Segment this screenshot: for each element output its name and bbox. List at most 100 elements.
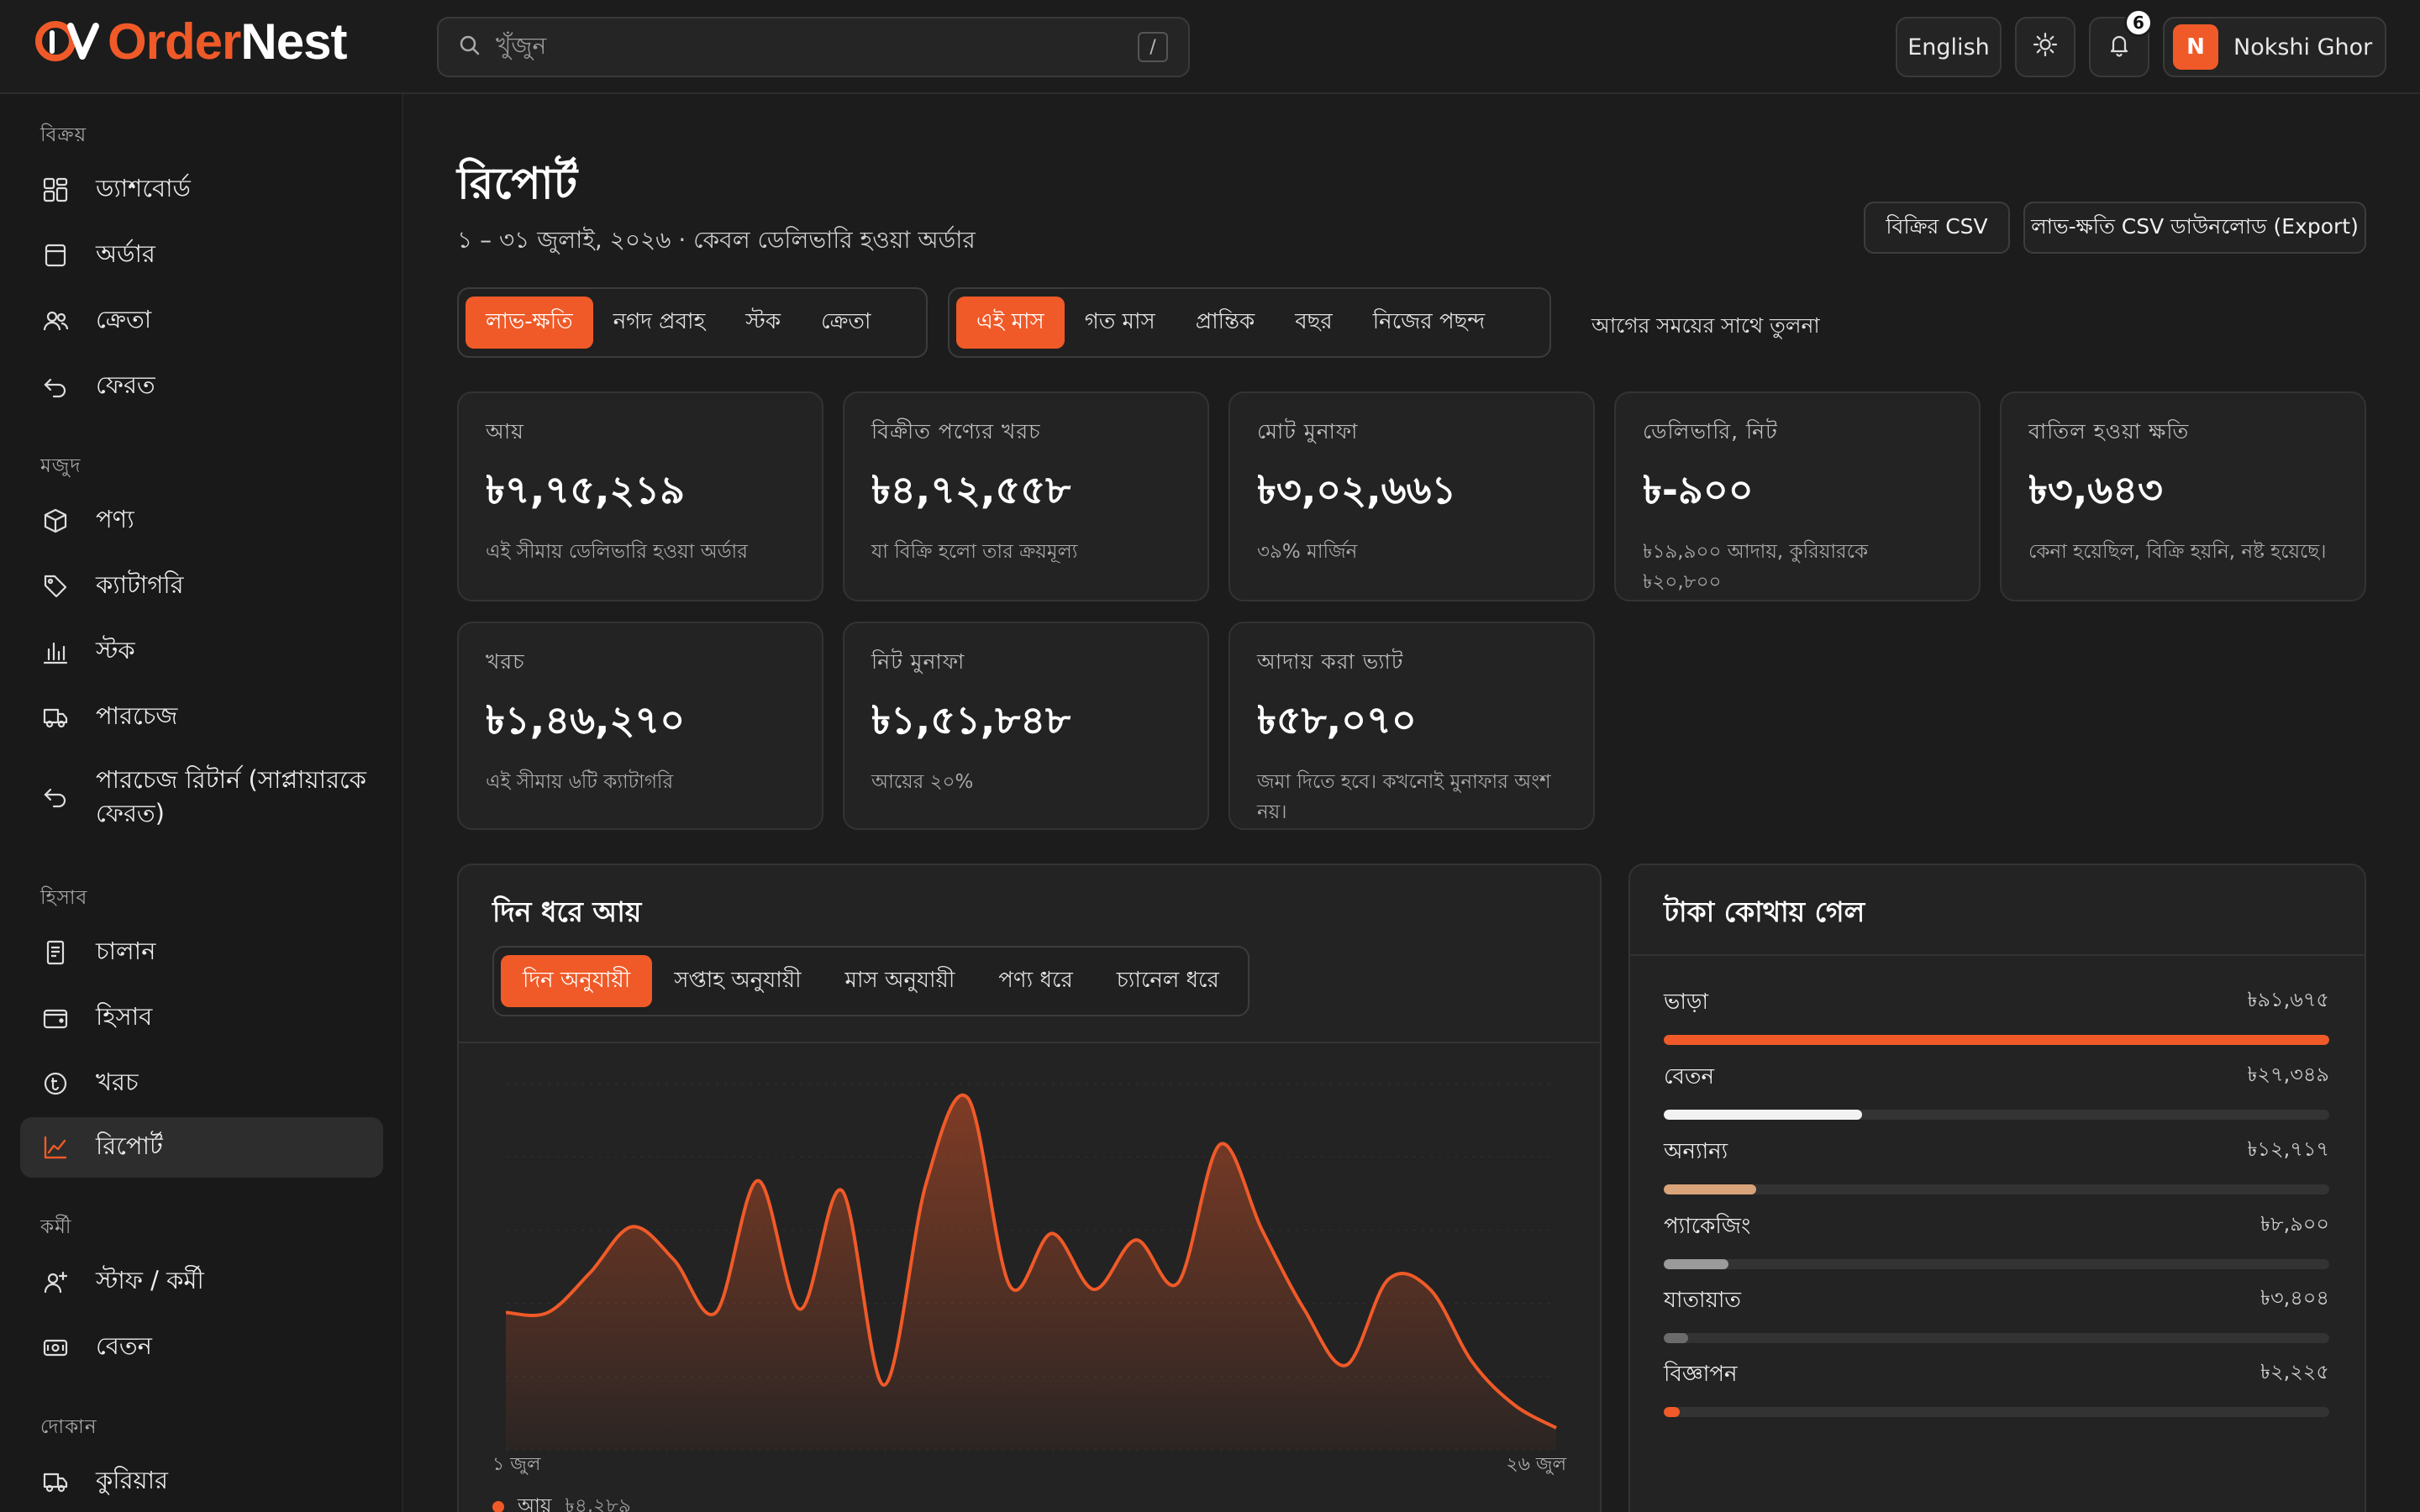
bar-chart-icon	[40, 637, 71, 667]
language-button[interactable]: English	[1896, 17, 2002, 77]
notifications-button[interactable]: 6	[2089, 8, 2153, 77]
revenue-data-point[interactable]: ২২ জুল	[1380, 1271, 1397, 1288]
chart-legend: আয় ৳৪,২৮৯	[492, 1490, 631, 1512]
sidebar-item-courier[interactable]: কুরিয়ার	[20, 1452, 383, 1512]
user-menu-button[interactable]: N Nokshi Ghor	[2163, 17, 2386, 77]
revenue-data-point[interactable]: ৩ জুল	[581, 1264, 598, 1281]
cube-icon	[40, 506, 71, 536]
truck-icon	[40, 702, 71, 732]
revenue-data-point[interactable]: ২০ জুল	[1296, 1301, 1313, 1318]
tab-last-month[interactable]: গত মাস	[1065, 297, 1176, 349]
tab-by-month[interactable]: মাস অনুযায়ী	[823, 955, 977, 1007]
kpi-note: ৳১৯,৯০০ আদায়, কুরিয়ারকে ৳২০,৮০০	[1643, 541, 1869, 593]
compare-previous-toggle[interactable]: আগের সময়ের সাথে তুলনা	[1591, 309, 1820, 345]
tab-customers[interactable]: ক্রেতা	[801, 297, 891, 349]
tab-profit-loss[interactable]: লাভ-ক্ষতি	[466, 297, 593, 349]
revenue-data-point[interactable]: ১৯ জুল	[1254, 1221, 1270, 1238]
revenue-data-point[interactable]: ১১ জুল	[918, 1175, 934, 1192]
revenue-data-point[interactable]: ১৮ জুল	[1212, 1136, 1228, 1152]
sidebar-item-customers[interactable]: ক্রেতা	[20, 291, 383, 351]
revenue-data-point[interactable]: ১২ জুল	[960, 1089, 976, 1106]
sidebar-item-dashboard[interactable]: ড্যাশবোর্ড	[20, 160, 383, 220]
tab-quarter[interactable]: প্রান্তিক	[1176, 297, 1276, 349]
kpi-note: যা বিক্রি হলো তার ক্রয়মূল্য	[871, 541, 1078, 563]
revenue-data-point[interactable]: ২৪ জুল	[1464, 1353, 1481, 1370]
revenue-data-point[interactable]: ৯ জুল	[834, 1182, 850, 1199]
tab-by-channel[interactable]: চ্যানেল ধরে	[1095, 955, 1241, 1007]
revenue-data-point[interactable]: ২৫ জুল	[1506, 1396, 1523, 1413]
sidebar: বিক্রয় ড্যাশবোর্ড অর্ডার ক্রেতা ফেরত মজ…	[0, 94, 403, 1512]
revenue-data-point[interactable]: ৭ জুল	[750, 1173, 766, 1189]
sales-csv-button[interactable]: বিক্রির CSV	[1864, 202, 2010, 254]
kpi-value: ৳৩,০২,৬৬১	[1257, 467, 1457, 512]
revenue-data-point[interactable]: ১৫ জুল	[1086, 1281, 1102, 1298]
expense-row: বেতন ৳২৭,৩৪৯	[1664, 1059, 2329, 1120]
sidebar-item-label: বেতন	[96, 1331, 152, 1360]
revenue-data-point[interactable]: ১৭ জুল	[1170, 1274, 1186, 1291]
revenue-data-point[interactable]: ২ জুল	[539, 1305, 556, 1321]
tab-this-month[interactable]: এই মাস	[956, 297, 1065, 349]
revenue-data-point[interactable]: ২১ জুল	[1338, 1357, 1355, 1373]
sidebar-item-invoices[interactable]: চালান	[20, 922, 383, 983]
tab-by-week[interactable]: সপ্তাহ অনুযায়ী	[652, 955, 823, 1007]
tab-custom[interactable]: নিজের পছন্দ	[1353, 297, 1506, 349]
sidebar-section-inventory: মজুদ	[40, 455, 82, 477]
sun-icon	[2033, 32, 2058, 63]
where-money-went-panel: টাকা কোথায় গেল ভাড়া ৳৯১,৬৭৫ বেতন ৳২৭,৩৪৯…	[1628, 864, 2366, 1512]
sidebar-item-salary[interactable]: বেতন	[20, 1317, 383, 1378]
profit-loss-csv-export-button[interactable]: লাভ-ক্ষতি CSV ডাউনলোড (Export)	[2023, 202, 2366, 254]
sidebar-item-purchase[interactable]: পারচেজ	[20, 687, 383, 748]
avatar: N	[2173, 24, 2218, 70]
revenue-area-chart: ১ জুল ২ জুল ৩ জুল ৪ জুল ৫ জুল ৬ জুল ৭ জুল ৮ জুল…	[497, 1083, 1565, 1451]
tab-by-product[interactable]: পণ্য ধরে	[976, 955, 1095, 1007]
users-icon	[40, 306, 71, 336]
tab-by-day[interactable]: দিন অনুযায়ী	[501, 955, 653, 1007]
tab-cash-flow[interactable]: নগদ প্রবাহ	[593, 297, 726, 349]
logo-text: OrderNest	[108, 13, 347, 70]
sidebar-item-staff[interactable]: স্টাফ / কর্মী	[20, 1252, 383, 1312]
expense-name: ভাড়া	[1664, 990, 1709, 1015]
revenue-data-point[interactable]: ৬ জুল	[708, 1305, 724, 1321]
theme-toggle-button[interactable]	[2015, 17, 2075, 77]
sidebar-item-label: স্টক	[96, 635, 135, 664]
expense-row: অন্যান্য ৳১২,৭১৭	[1664, 1134, 2329, 1194]
kpi-card-net-profit: নিট মুনাফা ৳১,৫১,৮৪৮ আয়ের ২০%	[843, 622, 1209, 830]
revenue-data-point[interactable]: ১৬ জুল	[1128, 1231, 1144, 1248]
revenue-data-point[interactable]: ৪ জুল	[623, 1218, 640, 1235]
tag-icon	[40, 571, 71, 601]
sidebar-item-expenses[interactable]: খরচ	[20, 1053, 383, 1114]
kpi-label: বিক্রীত পণ্যের খরচ	[871, 419, 1041, 444]
revenue-data-point[interactable]: ৮ জুল	[792, 1301, 808, 1318]
period-tabs: এই মাস গত মাস প্রান্তিক বছর নিজের পছন্দ	[948, 287, 1551, 358]
expense-bar-fill	[1664, 1259, 1728, 1269]
sidebar-item-orders[interactable]: অর্ডার	[20, 225, 383, 286]
legend-series-name: আয়	[518, 1495, 552, 1512]
sidebar-item-label: রিপোর্ট	[96, 1131, 163, 1160]
revenue-data-point[interactable]: ৫ জুল	[666, 1252, 682, 1268]
revenue-data-point[interactable]: ১৪ জুল	[1044, 1225, 1060, 1242]
sidebar-item-accounts[interactable]: হিসাব	[20, 988, 383, 1048]
revenue-data-point[interactable]: ২৬ জুল	[1548, 1420, 1565, 1436]
revenue-data-point[interactable]: ১ জুল	[497, 1305, 514, 1321]
search-shortcut-key: /	[1138, 32, 1168, 62]
sidebar-item-purchase-return[interactable]: পারচেজ রিটার্ন (সাপ্লায়ারকে ফেরত)	[20, 754, 383, 838]
sidebar-item-products[interactable]: পণ্য	[20, 491, 383, 551]
tab-stock[interactable]: স্টক	[725, 297, 801, 349]
sidebar-item-returns[interactable]: ফেরত	[20, 356, 383, 417]
sidebar-item-label: পারচেজ রিটার্ন (সাপ্লায়ারকে ফেরত)	[96, 765, 366, 827]
tab-year[interactable]: বছর	[1275, 297, 1353, 349]
revenue-data-point[interactable]: ১৩ জুল	[1002, 1278, 1018, 1294]
search-input[interactable]: খুঁজুন /	[437, 17, 1190, 77]
sidebar-item-reports[interactable]: রিপোর্ট	[20, 1117, 383, 1178]
revenue-data-point[interactable]: ২৩ জুল	[1422, 1281, 1439, 1298]
sidebar-item-label: হিসাব	[96, 1001, 153, 1031]
revenue-data-point[interactable]: ১০ জুল	[876, 1377, 892, 1394]
sidebar-item-categories[interactable]: ক্যাটাগরি	[20, 556, 383, 617]
expense-amount: ৳৯১,৬৭৫	[2247, 988, 2329, 1011]
sidebar-item-stock[interactable]: স্টক	[20, 622, 383, 682]
sidebar-item-label: ড্যাশবোর্ড	[96, 173, 191, 202]
expense-bar	[1664, 1333, 2329, 1343]
app-logo[interactable]: OrderNest	[34, 13, 347, 70]
line-chart-icon	[40, 1132, 71, 1163]
sidebar-section-accounts: হিসাব	[40, 887, 88, 909]
